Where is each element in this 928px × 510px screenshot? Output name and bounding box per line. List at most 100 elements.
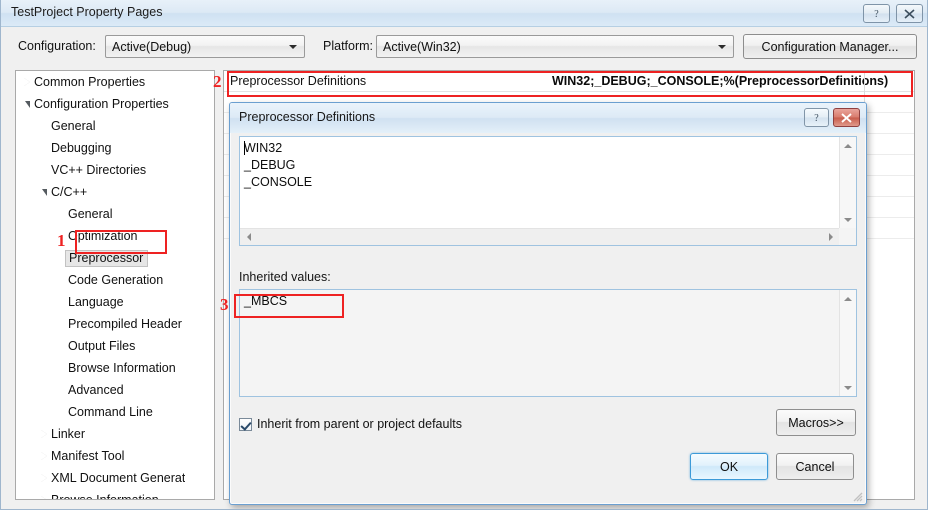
scroll-up-icon[interactable]	[840, 137, 856, 154]
definitions-vertical-scrollbar[interactable]	[839, 137, 856, 228]
configuration-value: Active(Debug)	[112, 39, 192, 54]
inherit-defaults-checkbox[interactable]: Inherit from parent or project defaults	[239, 417, 462, 431]
sidebar-item-label: Language	[68, 295, 124, 309]
sidebar-item-label: XML Document Generat	[51, 471, 186, 485]
inherited-values-list: _MBCS	[240, 290, 839, 396]
dialog-title: Preprocessor Definitions	[239, 110, 376, 124]
sidebar-item-language[interactable]: Language	[16, 291, 214, 313]
scroll-up-icon[interactable]	[840, 290, 856, 307]
sidebar-item-label: C/C++	[51, 185, 88, 199]
dialog-titlebar: Preprocessor Definitions ?	[230, 103, 866, 133]
preprocessor-definitions-dialog: Preprocessor Definitions ? WIN32 _DEBUG _C…	[229, 102, 867, 505]
property-name: Preprocessor Definitions	[230, 74, 367, 88]
dialog-help-icon[interactable]: ?	[804, 108, 829, 127]
sidebar-item-general[interactable]: General	[16, 203, 214, 225]
sidebar-item-output-files[interactable]: Output Files	[16, 335, 214, 357]
help-question-icon: ?	[874, 9, 879, 19]
sidebar-item-general[interactable]: General	[16, 115, 214, 137]
sidebar-item-precompiled-header[interactable]: Precompiled Header	[16, 313, 214, 335]
scroll-right-icon[interactable]	[822, 229, 839, 245]
configuration-label: Configuration:	[18, 39, 96, 53]
sidebar-item-code-generation[interactable]: Code Generation	[16, 269, 214, 291]
sidebar-item-label: General	[68, 207, 113, 221]
sidebar-item-label: Browse Information	[68, 361, 176, 375]
sidebar-item-vc-directories[interactable]: VC++ Directories	[16, 159, 214, 181]
definition-line: _CONSOLE	[244, 175, 313, 189]
platform-label: Platform:	[323, 39, 374, 53]
sidebar-item-label: Common Properties	[34, 75, 146, 89]
dialog-close-icon[interactable]	[833, 108, 860, 127]
macros-button[interactable]: Macros>>	[776, 409, 856, 436]
definition-line: _DEBUG	[244, 158, 296, 172]
close-x-icon	[904, 8, 915, 19]
sidebar-item-manifest-tool[interactable]: Manifest Tool	[16, 445, 214, 467]
inherited-values-textarea: _MBCS	[239, 289, 857, 397]
window-title: TestProject Property Pages	[11, 5, 163, 19]
chevron-right-icon	[37, 474, 51, 482]
text-cursor	[244, 141, 245, 155]
chevron-down-icon	[713, 36, 730, 57]
inherited-values-label: Inherited values:	[239, 270, 331, 284]
inherited-vertical-scrollbar[interactable]	[839, 290, 856, 396]
sidebar-item-debugging[interactable]: Debugging	[16, 137, 214, 159]
sidebar-item-browse-information[interactable]: Browse Information	[16, 489, 214, 500]
scroll-left-icon[interactable]	[240, 229, 257, 245]
sidebar-item-label: Precompiled Header	[68, 317, 182, 331]
svg-text:?: ?	[814, 113, 819, 123]
sidebar-item-command-line[interactable]: Command Line	[16, 401, 214, 423]
chevron-right-icon	[37, 430, 51, 438]
platform-value: Active(Win32)	[383, 39, 461, 54]
configuration-dropdown[interactable]: Active(Debug)	[105, 35, 305, 58]
configuration-toolbar: Configuration: Active(Debug) Platform: A…	[1, 28, 927, 66]
sidebar-item-advanced[interactable]: Advanced	[16, 379, 214, 401]
sidebar-item-label: Optimization	[68, 229, 138, 243]
cancel-button[interactable]: Cancel	[776, 453, 854, 480]
inherited-value-line: _MBCS	[244, 294, 288, 308]
checkbox-check-icon	[239, 417, 252, 431]
window-titlebar: TestProject Property Pages ?	[1, 0, 927, 27]
sidebar-item-label: Manifest Tool	[51, 449, 125, 463]
sidebar-item-label: Command Line	[68, 405, 153, 419]
definitions-horizontal-scrollbar[interactable]	[240, 228, 839, 245]
chevron-down-icon	[284, 36, 301, 57]
close-x-icon	[841, 112, 852, 123]
sidebar-item-label: Code Generation	[68, 273, 164, 287]
scroll-down-icon[interactable]	[840, 211, 856, 228]
ok-button[interactable]: OK	[690, 453, 768, 480]
sidebar-item-label: VC++ Directories	[51, 163, 147, 177]
property-pages-window: TestProject Property Pages ? Configurati…	[0, 0, 928, 510]
sidebar-item-xml-document-generat[interactable]: XML Document Generat	[16, 467, 214, 489]
definitions-textarea[interactable]: WIN32 _DEBUG _CONSOLE	[239, 136, 857, 246]
svg-text:?: ?	[874, 9, 879, 19]
sidebar-item-label: Linker	[51, 427, 86, 441]
sidebar-item-linker[interactable]: Linker	[16, 423, 214, 445]
chevron-down-icon	[20, 100, 34, 108]
help-question-icon: ?	[814, 113, 819, 123]
sidebar-item-configuration-properties[interactable]: Configuration Properties	[16, 93, 214, 115]
definition-line: WIN32	[244, 141, 283, 155]
platform-dropdown[interactable]: Active(Win32)	[376, 35, 734, 58]
sidebar-item-optimization[interactable]: Optimization	[16, 225, 214, 247]
sidebar-item-label: Debugging	[51, 141, 112, 155]
chevron-down-icon	[37, 188, 51, 196]
property-row-preprocessor-definitions[interactable]: Preprocessor Definitions WIN32;_DEBUG;_C…	[224, 71, 914, 92]
scrollbar-corner	[839, 228, 856, 245]
chevron-right-icon	[37, 496, 51, 499]
sidebar-item-preprocessor[interactable]: Preprocessor	[16, 247, 214, 269]
resize-grip-icon[interactable]	[851, 490, 863, 502]
inherit-defaults-label: Inherit from parent or project defaults	[257, 417, 462, 431]
sidebar-item-label: General	[51, 119, 96, 133]
close-icon[interactable]	[896, 4, 923, 23]
sidebar-item-label: Browse Information	[51, 493, 159, 500]
sidebar-item-c-c[interactable]: C/C++	[16, 181, 214, 203]
property-value: WIN32;_DEBUG;_CONSOLE;%(PreprocessorDefi…	[552, 74, 889, 88]
configuration-manager-button[interactable]: Configuration Manager...	[743, 34, 917, 59]
scroll-down-icon[interactable]	[840, 379, 856, 396]
sidebar-item-label: Preprocessor	[65, 249, 149, 267]
sidebar-item-browse-information[interactable]: Browse Information	[16, 357, 214, 379]
properties-tree[interactable]: Common Properties Configuration Propertie…	[15, 70, 215, 500]
help-icon[interactable]: ?	[863, 4, 890, 23]
chevron-right-icon	[20, 78, 34, 86]
sidebar-item-label: Output Files	[68, 339, 136, 353]
sidebar-item-common-properties[interactable]: Common Properties	[16, 71, 214, 93]
